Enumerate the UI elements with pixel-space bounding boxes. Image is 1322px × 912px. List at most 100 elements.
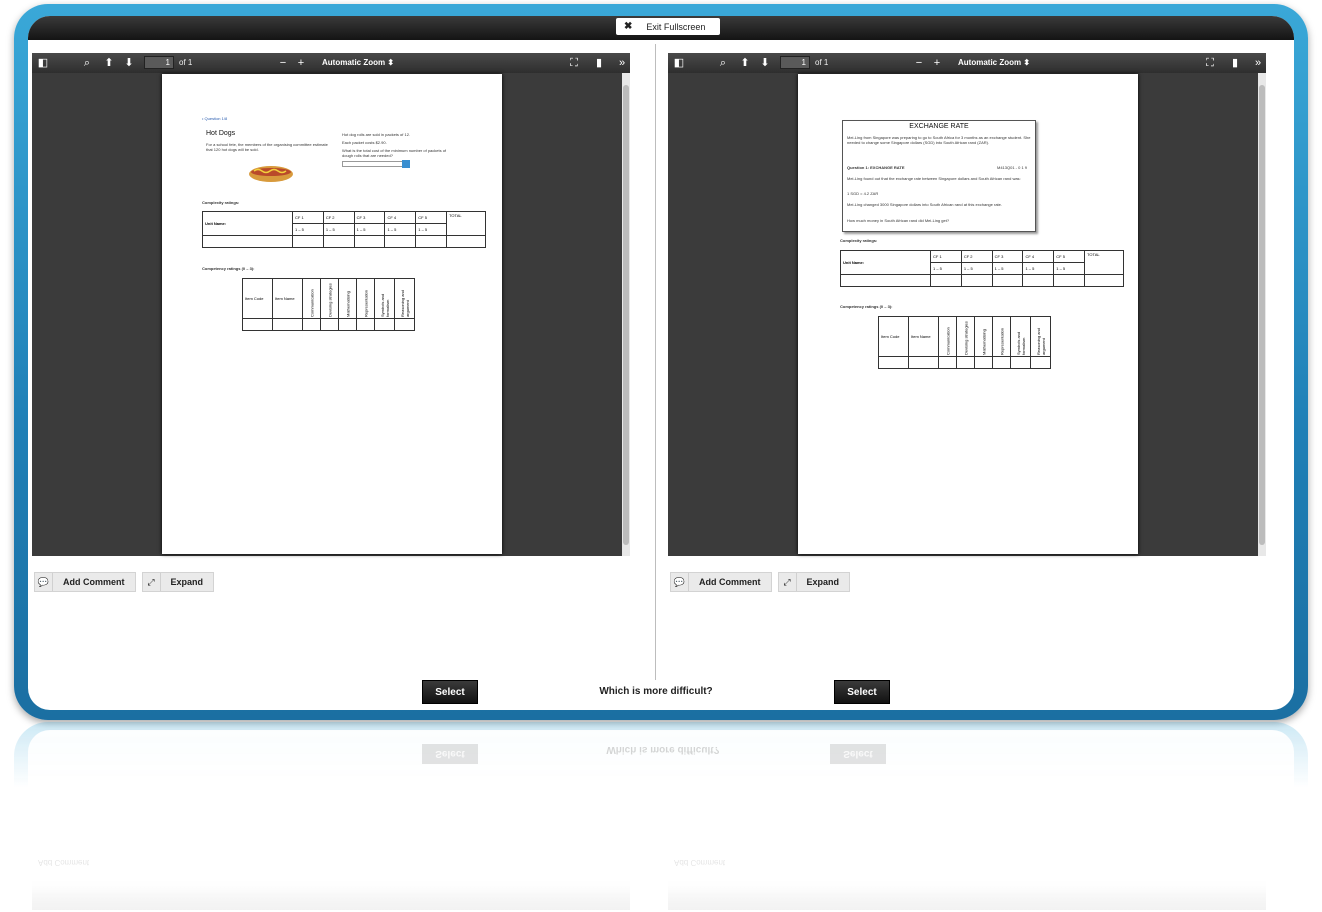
reflected-question: Which is more difficult?: [606, 744, 720, 755]
page-number-input[interactable]: 1: [144, 56, 174, 69]
exit-fullscreen-button[interactable]: ✖ Exit Fullscreen: [616, 18, 720, 35]
doc-paragraph: Mei-Ling from Singapore was preparing to…: [847, 135, 1031, 145]
range-cell: 1 – 5: [991, 262, 1024, 275]
table-header: Symbols and formalism: [374, 278, 395, 319]
range-cell: 1 – 5: [1022, 262, 1055, 275]
sidebar-toggle-icon[interactable]: ◧: [36, 56, 50, 70]
presentation-mode-icon[interactable]: ⛶: [1203, 56, 1217, 70]
table-header: CF 1: [292, 211, 324, 224]
page-total: of 1: [179, 58, 193, 67]
table-header: CF 1: [930, 250, 962, 263]
comparison-bar: Select Which is more difficult? Select: [422, 680, 890, 704]
add-comment-button[interactable]: 💬 Add Comment: [670, 572, 772, 592]
top-bar: ✖ Exit Fullscreen: [28, 16, 1294, 40]
vertical-scrollbar[interactable]: [622, 73, 630, 556]
table-header: Mathematising: [338, 278, 357, 319]
range-cell: 1 – 5: [415, 223, 448, 236]
answer-field: [342, 161, 406, 167]
question-heading: Question 1: EXCHANGE RATE: [847, 165, 905, 170]
table-header: CF 4: [384, 211, 417, 224]
submit-icon: [402, 160, 410, 168]
speech-bubble-icon: 💬: [35, 573, 53, 591]
page-number-input[interactable]: 1: [780, 56, 810, 69]
unit-name-cell: Unit Name:: [840, 250, 931, 275]
left-comment-bar: 💬 Add Comment ⤢ Expand: [34, 572, 215, 592]
competency-label: Competency ratings (0 – 3):: [840, 304, 893, 309]
table-header: TOTAL: [1084, 250, 1124, 275]
previous-page-icon[interactable]: ⬆: [738, 56, 752, 70]
zoom-in-icon[interactable]: +: [930, 56, 944, 70]
scrollbar-thumb[interactable]: [623, 85, 629, 545]
table-header: CF 2: [322, 211, 355, 224]
reflected-pane: [32, 880, 630, 910]
question-box: EXCHANGE RATE Mei-Ling from Singapore wa…: [842, 120, 1036, 232]
unit-name-cell: Unit Name:: [202, 211, 293, 236]
viewer-toolbar: ◧ ⌕ ⬆ ⬇ 1 of 1 − + Automatic Zoom ⬍ ⛶ ▮ …: [668, 53, 1266, 73]
expand-icon: ⤢: [779, 573, 797, 591]
expand-button[interactable]: ⤢ Expand: [141, 572, 215, 592]
table-header: CF 5: [1053, 250, 1086, 263]
table-header: CF 5: [415, 211, 448, 224]
bookmark-icon[interactable]: ▮: [592, 56, 606, 70]
sidebar-toggle-icon[interactable]: ◧: [672, 56, 686, 70]
vertical-scrollbar[interactable]: [1258, 73, 1266, 556]
table-header: CF 3: [991, 250, 1024, 263]
range-cell: 1 – 5: [960, 262, 993, 275]
zoom-out-icon[interactable]: −: [276, 56, 290, 70]
competency-label: Competency ratings (0 – 3):: [202, 266, 255, 271]
expand-button[interactable]: ⤢ Expand: [777, 572, 851, 592]
select-left-button[interactable]: Select: [422, 680, 478, 704]
doc-paragraph: Mei-Ling changed 3000 Singapore dollars …: [847, 202, 1002, 207]
zoom-in-icon[interactable]: +: [294, 56, 308, 70]
table-header: Representation: [356, 278, 375, 319]
zoom-select[interactable]: Automatic Zoom ⬍: [958, 56, 1030, 70]
previous-page-icon[interactable]: ⬆: [102, 56, 116, 70]
table-header: Item Name: [272, 278, 303, 319]
bookmark-icon[interactable]: ▮: [1228, 56, 1242, 70]
page-total: of 1: [815, 58, 829, 67]
range-cell: 1 – 5: [322, 223, 355, 236]
scrollbar-thumb[interactable]: [1259, 85, 1265, 545]
pdf-viewer-left: ◧ ⌕ ⬆ ⬇ 1 of 1 − + Automatic Zoom ⬍ ⛶ ▮ …: [32, 53, 630, 556]
reflected-pane: [668, 880, 1266, 910]
table-header: CF 2: [960, 250, 993, 263]
expand-label: Expand: [170, 577, 204, 587]
question-link[interactable]: • Question 1/8: [202, 116, 227, 121]
question-code: M413Q01 - 0 1 9: [997, 165, 1028, 170]
speech-bubble-icon: 💬: [671, 573, 689, 591]
search-icon[interactable]: ⌕: [80, 56, 94, 70]
select-right-button[interactable]: Select: [834, 680, 890, 704]
exit-fullscreen-label: Exit Fullscreen: [646, 21, 706, 32]
zoom-out-icon[interactable]: −: [912, 56, 926, 70]
range-cell: 1 – 5: [930, 262, 962, 275]
next-page-icon[interactable]: ⬇: [758, 56, 772, 70]
pdf-page: • Question 1/8 Hot Dogs For a school fet…: [162, 74, 502, 554]
complexity-label: Complexity ratings:: [840, 238, 878, 243]
table-header: Devising strategies: [956, 316, 975, 357]
exchange-rate: 1 SGD = 4.2 ZAR: [847, 191, 879, 196]
table-header: Devising strategies: [320, 278, 339, 319]
zoom-value: Automatic Zoom: [958, 58, 1022, 67]
hot-dog-image: [249, 166, 293, 182]
close-icon: ✖: [624, 21, 633, 32]
expand-label: Expand: [806, 577, 840, 587]
expand-icon: ⤢: [143, 573, 161, 591]
zoom-select[interactable]: Automatic Zoom ⬍: [322, 56, 394, 70]
add-comment-label: Add Comment: [63, 577, 125, 587]
right-comment-bar: 💬 Add Comment ⤢ Expand: [670, 572, 851, 592]
tools-icon[interactable]: »: [615, 56, 629, 70]
table-header: CF 3: [353, 211, 386, 224]
doc-paragraph: What is the total cost of the minimum nu…: [342, 148, 447, 158]
add-comment-label: Add Comment: [699, 577, 761, 587]
search-icon[interactable]: ⌕: [716, 56, 730, 70]
table-header: Representation: [992, 316, 1011, 357]
doc-paragraph: For a school fete, the members of the or…: [206, 142, 328, 152]
complexity-table: Unit Name: CF 1 CF 2 CF 3 CF 4 CF 5 TOTA…: [840, 250, 1124, 287]
competency-table: Item Code Item Name Communication Devisi…: [878, 316, 1051, 369]
pane-divider: [655, 44, 656, 684]
next-page-icon[interactable]: ⬇: [122, 56, 136, 70]
add-comment-button[interactable]: 💬 Add Comment: [34, 572, 136, 592]
tools-icon[interactable]: »: [1251, 56, 1265, 70]
presentation-mode-icon[interactable]: ⛶: [567, 56, 581, 70]
doc-title: Hot Dogs: [206, 130, 236, 137]
